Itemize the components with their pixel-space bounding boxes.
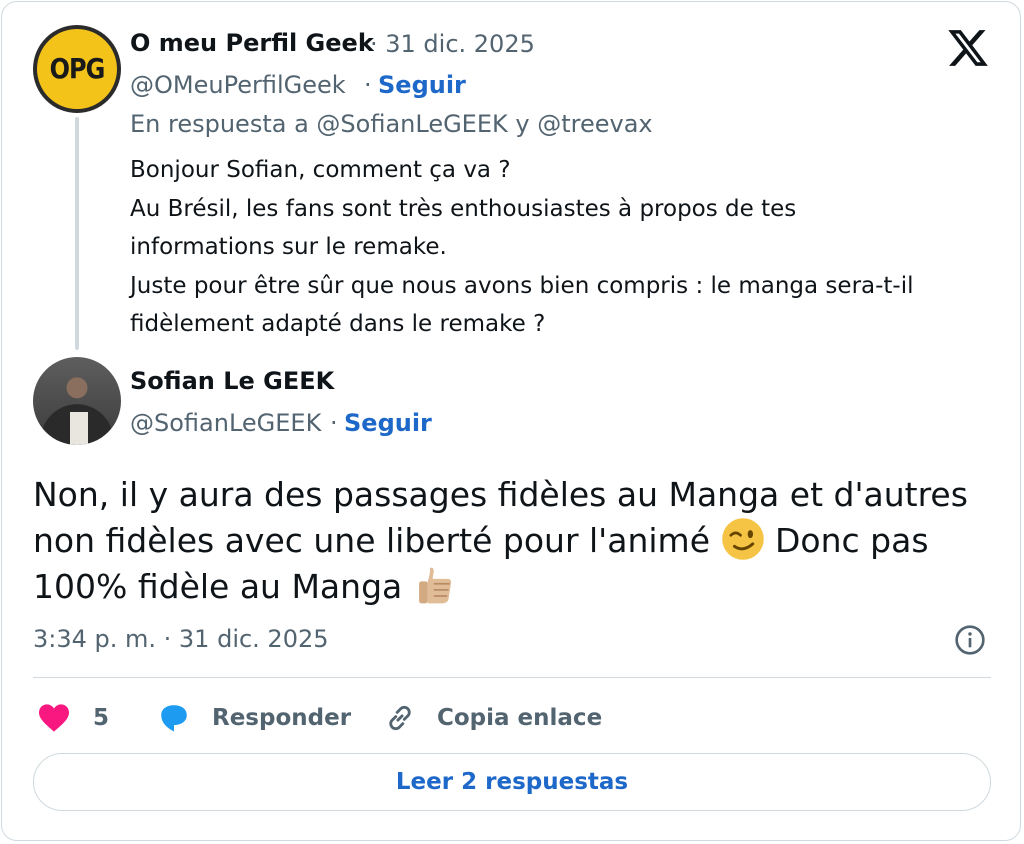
avatar-logo-text: OPG	[49, 52, 106, 86]
tweet-text-segment: Donc pas	[775, 521, 929, 560]
tweet-text-line: non fidèles avec une liberté pour l'anim…	[33, 517, 993, 563]
parent-follow-link[interactable]: Seguir	[378, 71, 466, 99]
thread-connector-line	[75, 117, 79, 350]
tweet-text-segment: 100% fidèle au Manga	[33, 567, 403, 606]
tweet-text-line: Non, il y aura des passages fidèles au M…	[33, 475, 968, 514]
link-icon	[389, 705, 411, 731]
read-replies-button[interactable]: Leer 2 respuestas	[33, 753, 991, 811]
opg-logo: OPG	[37, 29, 117, 109]
avatar-sofian-le-geek[interactable]	[33, 357, 121, 445]
parent-text-line: informations sur le remake.	[130, 234, 447, 260]
parent-tweet-text: Bonjour Sofian, comment ça va ? Au Brési…	[130, 151, 990, 344]
parent-text-line: Au Brésil, les fans sont très enthousias…	[130, 195, 797, 222]
separator-dot: ·	[364, 71, 372, 99]
info-icon[interactable]	[954, 624, 986, 656]
heart-icon	[39, 704, 69, 732]
x-logo-icon[interactable]	[946, 26, 990, 70]
parent-text-line: Juste pour être sûr que nous avons bien …	[130, 272, 914, 299]
parent-author-handle[interactable]: @OMeuPerfilGeek	[130, 71, 346, 99]
reply-label: Responder	[212, 705, 352, 731]
parent-text-line: Bonjour Sofian, comment ça va ?	[130, 157, 511, 183]
tweet-timestamp[interactable]: 3:34 p. m. · 31 dic. 2025	[33, 625, 329, 653]
author-name[interactable]: Sofian Le GEEK	[130, 367, 334, 395]
reply-context: En respuesta a @SofianLeGEEK y @treevax	[130, 110, 653, 138]
divider	[33, 677, 991, 678]
parent-date[interactable]: · 31 dic. 2025	[370, 30, 535, 58]
avatar-scarf	[70, 412, 88, 445]
author-handle[interactable]: @SofianLeGEEK	[130, 409, 321, 437]
reply-button[interactable]: Responder	[156, 698, 351, 738]
parent-text-line: fidèlement adapté dans le remake ?	[130, 311, 546, 337]
separator-dot: ·	[330, 409, 338, 437]
reply-bubble-icon	[161, 705, 187, 732]
parent-author-name[interactable]: O meu Perfil Geek	[130, 29, 374, 57]
copy-link-label: Copia enlace	[437, 705, 603, 731]
thumbs-up-emoji-icon	[418, 567, 451, 604]
follow-link[interactable]: Seguir	[344, 409, 432, 437]
avatar-o-meu-perfil-geek[interactable]: OPG	[33, 25, 121, 113]
tweet-text-line: 100% fidèle au Manga	[33, 563, 993, 609]
winking-face-emoji-icon	[721, 518, 764, 560]
like-button[interactable]: 5	[37, 698, 109, 738]
tweet-text-segment: non fidèles avec une liberté pour l'anim…	[33, 521, 710, 560]
copy-link-button[interactable]: Copia enlace	[383, 698, 602, 738]
like-count: 5	[93, 705, 110, 731]
tweet-text: Non, il y aura des passages fidèles au M…	[33, 473, 993, 609]
